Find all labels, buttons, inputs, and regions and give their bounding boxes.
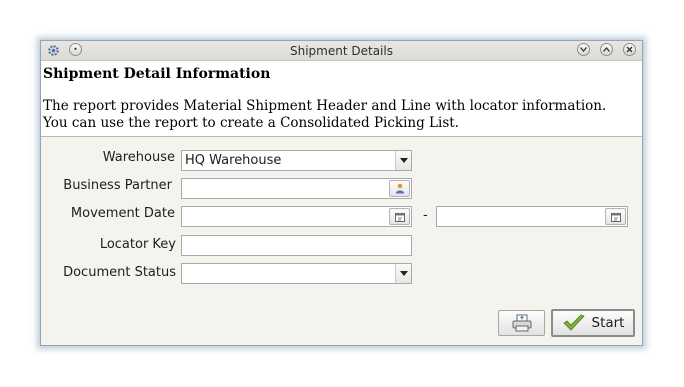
close-icon[interactable]	[623, 43, 636, 56]
document-status-select[interactable]	[181, 263, 412, 284]
locator-key-field[interactable]	[181, 235, 412, 256]
calendar-from-button[interactable]	[389, 208, 410, 225]
print-icon	[512, 314, 531, 332]
report-header: Shipment Detail Information The report p…	[41, 61, 642, 137]
description-line-1: The report provides Material Shipment He…	[43, 98, 607, 114]
date-range-separator: -	[423, 208, 428, 223]
description-line-2: You can use the report to create a Conso…	[43, 115, 459, 131]
person-icon	[395, 183, 404, 194]
locator-key-label: Locator Key	[99, 237, 176, 252]
movement-date-to-field[interactable]	[436, 206, 628, 227]
title-bar: • Shipment Details	[41, 41, 642, 61]
dialog-window: • Shipment Details Shipment Detail Infor…	[40, 40, 643, 346]
business-partner-label: Business Partner	[63, 178, 172, 193]
calendar-icon	[610, 212, 621, 222]
start-button-label: Start	[591, 315, 625, 331]
chevron-down-icon[interactable]	[395, 151, 411, 170]
warehouse-label: Warehouse	[102, 150, 175, 165]
minimize-icon[interactable]	[577, 43, 590, 56]
checkmark-icon	[562, 314, 585, 331]
report-title: Shipment Detail Information	[43, 66, 271, 82]
business-partner-field[interactable]	[181, 178, 412, 199]
start-button[interactable]: Start	[551, 309, 635, 337]
warehouse-select[interactable]: HQ Warehouse	[181, 150, 412, 171]
movement-date-from-field[interactable]	[181, 206, 412, 227]
warehouse-value: HQ Warehouse	[185, 153, 282, 168]
document-status-label: Document Status	[63, 265, 176, 280]
report-description: The report provides Material Shipment He…	[43, 98, 606, 132]
print-button[interactable]	[498, 310, 545, 336]
maximize-icon[interactable]	[600, 43, 613, 56]
calendar-icon	[394, 212, 405, 222]
movement-date-label: Movement Date	[70, 206, 175, 221]
window-title: Shipment Details	[290, 44, 393, 58]
chevron-down-icon[interactable]	[395, 264, 411, 283]
business-partner-lookup-button[interactable]	[389, 180, 410, 197]
calendar-to-button[interactable]	[605, 208, 626, 225]
